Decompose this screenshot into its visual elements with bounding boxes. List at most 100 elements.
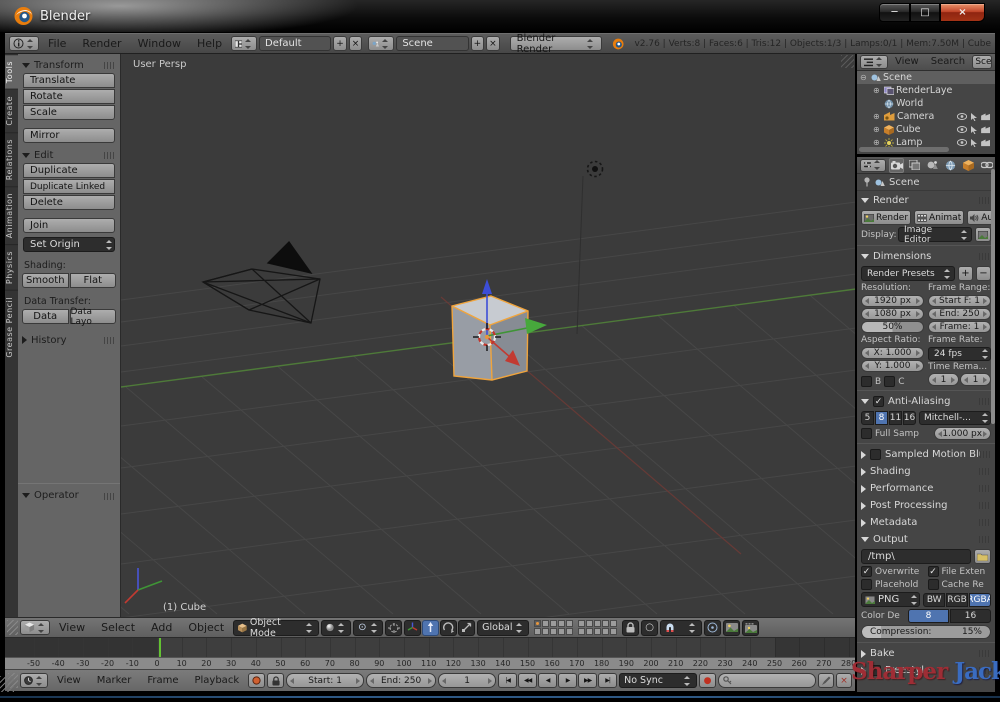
editor-type-button[interactable] [860, 159, 886, 172]
render-animation-button[interactable]: Animat [914, 210, 964, 225]
editor-type-button[interactable] [20, 673, 48, 688]
keyingset-lock-toggle[interactable] [267, 673, 284, 688]
render-presets-dropdown[interactable]: Render Presets [861, 266, 955, 281]
visibility-toggles[interactable] [957, 126, 995, 134]
timeline-menu-view[interactable]: View [50, 671, 88, 691]
aa-sample-button[interactable]: 16 [903, 411, 916, 425]
snap-dropdown[interactable] [660, 620, 702, 636]
eye-icon[interactable] [957, 139, 967, 146]
section-shading[interactable]: Shading [861, 464, 991, 479]
layer-toggle[interactable] [602, 620, 609, 627]
file-format-dropdown[interactable]: PNG [861, 592, 920, 607]
section-sampled-motion-blur[interactable]: Sampled Motion Blur [861, 447, 991, 462]
motion-blur-checkbox[interactable] [870, 449, 881, 460]
tab-scene[interactable] [925, 158, 940, 173]
viewport-canvas[interactable] [121, 54, 855, 617]
layout-name-field[interactable]: Default [259, 36, 331, 51]
camera-object[interactable] [203, 242, 320, 323]
layer-toggle[interactable] [542, 628, 549, 635]
aa-filter-dropdown[interactable]: Mitchell-... [919, 411, 991, 425]
outliner-row-camera[interactable]: ⊕ Camera [857, 110, 995, 123]
resolution-y-field[interactable]: 1080 px [861, 308, 924, 320]
outliner-row-world[interactable]: World [857, 97, 995, 110]
color-mode-button[interactable]: RGBA [969, 593, 991, 607]
section-render[interactable]: Render [861, 193, 991, 208]
scene-name-field[interactable]: Scene [396, 36, 468, 51]
shade-smooth-button[interactable]: Smooth [22, 273, 69, 288]
data-layout-button[interactable]: Data Layo [70, 309, 117, 324]
menu-select[interactable]: Select [94, 618, 142, 638]
current-frame-marker[interactable] [159, 638, 161, 657]
shelf-tab-animation[interactable]: Animation [5, 186, 18, 244]
section-output[interactable]: Output [861, 532, 991, 547]
visibility-toggles[interactable] [957, 113, 995, 121]
frame-start-field[interactable]: Start F: 1 [928, 295, 991, 307]
outliner-menu-search[interactable]: Search [926, 54, 970, 70]
viewport-shading-dropdown[interactable] [321, 620, 351, 636]
section-anti-aliasing[interactable]: Anti-Aliasing [861, 394, 991, 409]
join-button[interactable]: Join [23, 218, 115, 233]
manipulator-translate-toggle[interactable] [422, 620, 439, 636]
timeline-corner-grip[interactable] [0, 676, 14, 692]
section-edit[interactable]: Edit [22, 147, 116, 163]
color-depth-button[interactable]: 8 [908, 609, 949, 623]
remap-old-field[interactable]: 1 [928, 373, 959, 386]
color-depth-button[interactable]: 16 [950, 609, 991, 623]
set-origin-dropdown[interactable]: Set Origin [23, 237, 115, 252]
shelf-tab-grease-pencil[interactable]: Grease Pencil [5, 290, 18, 364]
shelf-tab-relations[interactable]: Relations [5, 132, 18, 186]
outliner-row-renderlayer[interactable]: ⊕ RenderLaye [857, 84, 995, 97]
layer-toggle[interactable] [558, 628, 565, 635]
timeline-menu-marker[interactable]: Marker [90, 671, 139, 691]
aa-sample-button[interactable]: 5 [861, 411, 874, 425]
layer-toggle[interactable] [610, 628, 617, 635]
cursor-select-icon[interactable] [970, 139, 978, 147]
outliner-row-scene[interactable]: ⊖ Scene [857, 71, 995, 84]
editor-type-button[interactable] [860, 55, 888, 69]
menu-file[interactable]: File [41, 34, 73, 54]
maximize-button[interactable]: □ [910, 3, 940, 22]
layer-toggle[interactable] [558, 620, 565, 627]
scene-selector-button[interactable] [368, 36, 394, 51]
mode-dropdown[interactable]: Object Mode [233, 620, 319, 636]
section-metadata[interactable]: Metadata [861, 515, 991, 530]
layer-toggle[interactable] [586, 620, 593, 627]
pivot-center-dropdown[interactable]: ⊙ [353, 620, 383, 636]
placeholders-checkbox[interactable] [861, 579, 872, 590]
compression-slider[interactable]: Compression: 15% [861, 625, 991, 639]
manipulator-rotate-toggle[interactable] [440, 620, 457, 636]
layer-toggle[interactable] [534, 620, 541, 627]
shelf-tab-tools[interactable]: Tools [5, 54, 18, 89]
render-still-button[interactable]: Render [861, 210, 911, 225]
cache-result-checkbox[interactable] [928, 579, 939, 590]
layer-toggle[interactable] [550, 628, 557, 635]
mirror-button[interactable]: Mirror [23, 128, 115, 143]
cursor-select-icon[interactable] [970, 126, 978, 134]
eye-icon[interactable] [957, 126, 967, 133]
editor-corner-grip[interactable] [7, 620, 18, 635]
shade-flat-button[interactable]: Flat [70, 273, 117, 288]
remap-new-field[interactable]: 1 [960, 373, 991, 386]
cube-object[interactable] [452, 296, 528, 380]
render-toggle-icon[interactable] [981, 139, 991, 147]
jump-to-start-button[interactable]: |◀ [498, 673, 517, 688]
overwrite-checkbox[interactable] [861, 566, 872, 577]
editor-corner-grip[interactable] [841, 55, 854, 68]
section-history[interactable]: History [22, 332, 116, 348]
add-preset-button[interactable]: + [958, 266, 973, 281]
render-engine-dropdown[interactable]: Blender Render [510, 36, 602, 51]
section-performance[interactable]: Performance [861, 481, 991, 496]
end-frame-field[interactable]: End: 250 [366, 673, 436, 688]
menu-object[interactable]: Object [181, 618, 231, 638]
editor-type-button[interactable] [20, 620, 50, 635]
layer-toggle[interactable] [594, 620, 601, 627]
tab-world[interactable] [943, 158, 958, 173]
manipulator-scale-toggle[interactable] [458, 620, 475, 636]
delete-button[interactable]: Delete [23, 195, 115, 210]
next-keyframe-button[interactable]: ▶▶ [578, 673, 597, 688]
layer-toggle[interactable] [542, 620, 549, 627]
horizontal-scrollbar[interactable] [859, 147, 949, 152]
add-layout-button[interactable]: + [333, 36, 347, 51]
proportional-edit-toggle[interactable]: ○ [641, 620, 658, 636]
jump-to-end-button[interactable]: ▶| [598, 673, 617, 688]
